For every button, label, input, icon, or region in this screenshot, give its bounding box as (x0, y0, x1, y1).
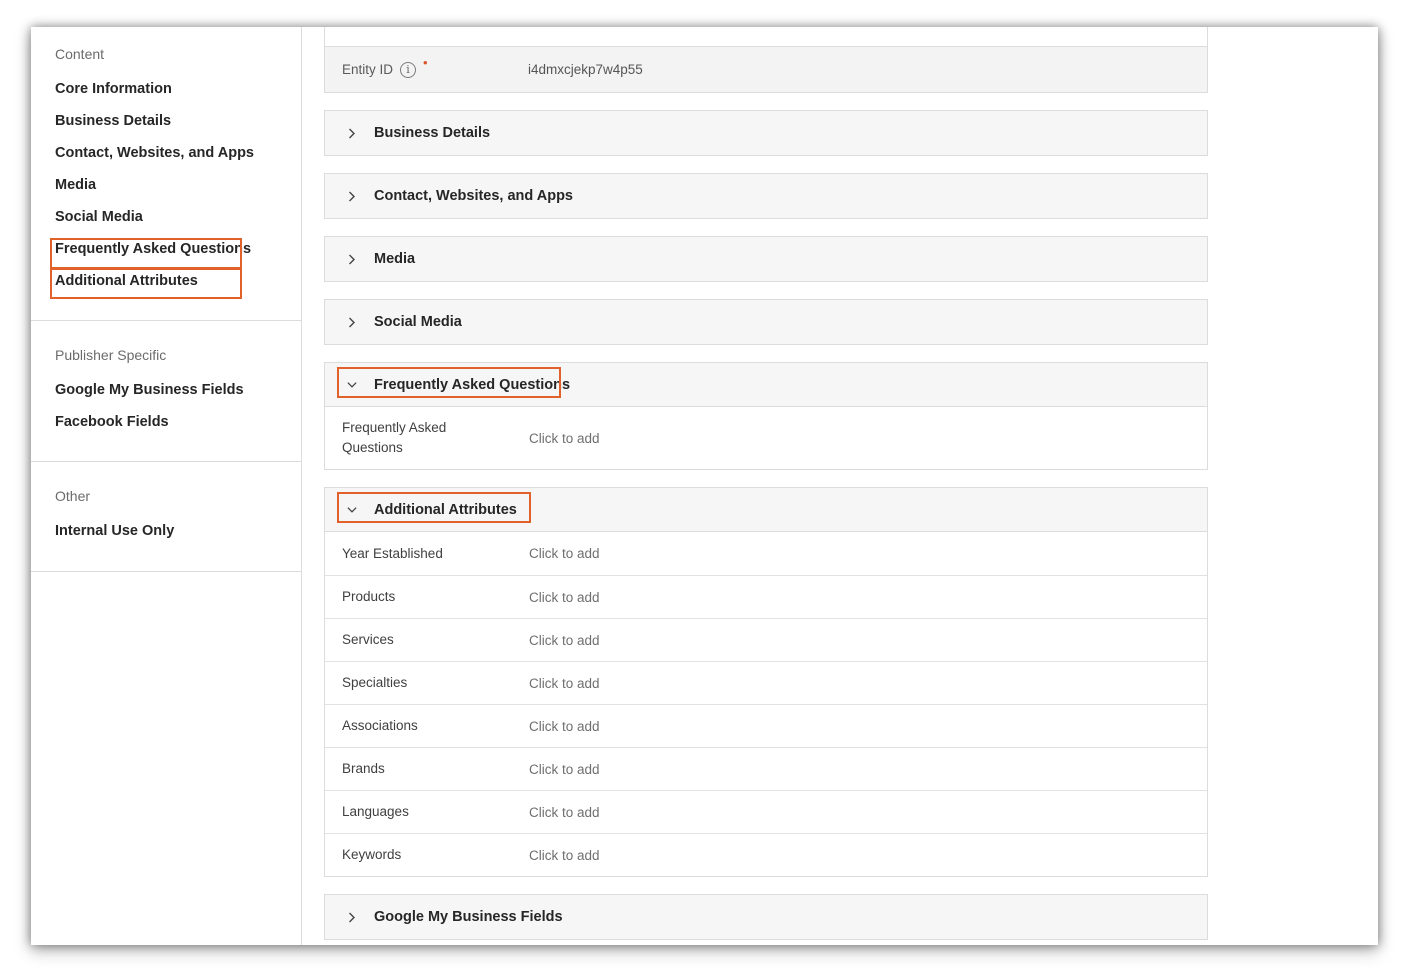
panel-title: Business Details (374, 125, 491, 141)
panel-header-business-details[interactable]: Business Details (325, 111, 1207, 155)
sidebar-heading: Content (55, 46, 105, 62)
sidebar-section-other: Other Internal Use Only (31, 462, 301, 572)
field-row: Languages Click to add (325, 790, 1207, 833)
field-label: Year Established (342, 545, 443, 561)
field-row: Year Established Click to add (325, 532, 1207, 575)
field-row: Associations Click to add (325, 704, 1207, 747)
info-icon[interactable]: i (400, 61, 417, 78)
sidebar-section-content: Content Core Information Business Detail… (31, 27, 301, 321)
chevron-right-icon (347, 254, 357, 264)
field-row: Brands Click to add (325, 747, 1207, 790)
panel-header-contact[interactable]: Contact, Websites, and Apps (325, 174, 1207, 218)
panel-title: Additional Attributes (374, 501, 517, 518)
panel-faq: Frequently Asked Questions Frequently As… (324, 362, 1208, 470)
panel-media: Media (324, 236, 1208, 282)
sidebar-item-additional-attributes[interactable]: Additional Attributes (55, 272, 301, 304)
chevron-down-icon (347, 505, 357, 515)
panel-title: Google My Business Fields (374, 909, 563, 925)
panel-header-faq[interactable]: Frequently Asked Questions (325, 363, 1207, 407)
field-label: Associations (342, 718, 418, 733)
panel-title: Frequently Asked Questions (374, 376, 571, 393)
field-label: Brands (342, 761, 385, 776)
panel-google-my-business: Google My Business Fields (324, 894, 1208, 940)
chevron-right-icon (347, 191, 357, 201)
sidebar-item-internal-use[interactable]: Internal Use Only (55, 522, 301, 554)
sidebar-item-faq[interactable]: Frequently Asked Questions (55, 240, 301, 272)
panel-header-google-my-business[interactable]: Google My Business Fields (325, 895, 1207, 939)
click-to-add-link[interactable]: Click to add (529, 762, 600, 777)
sidebar-item-business-details[interactable]: Business Details (55, 112, 301, 144)
panel-title: Social Media (374, 314, 462, 330)
sidebar: Content Core Information Business Detail… (31, 27, 302, 945)
field-label: Products (342, 589, 396, 604)
app-window: Content Core Information Business Detail… (31, 27, 1378, 945)
chevron-right-icon (347, 128, 357, 138)
field-row: Keywords Click to add (325, 833, 1207, 876)
field-row: Specialties Click to add (325, 661, 1207, 704)
chevron-right-icon (347, 317, 357, 327)
entity-id-row: Entity ID i • i4dmxcjekp7w4p55 (324, 47, 1208, 93)
panel-header-media[interactable]: Media (325, 237, 1207, 281)
field-row: Products Click to add (325, 575, 1207, 618)
main-content: Entity ID i • i4dmxcjekp7w4p55 Business … (303, 27, 1378, 945)
sidebar-section-publisher: Publisher Specific Google My Business Fi… (31, 321, 301, 462)
panel-business-details: Business Details (324, 110, 1208, 156)
core-info-panel-tail (324, 27, 1208, 47)
panel-header-additional-attributes[interactable]: Additional Attributes (325, 488, 1207, 532)
panel-header-social-media[interactable]: Social Media (325, 300, 1207, 344)
sidebar-item-contact-websites-apps[interactable]: Contact, Websites, and Apps (55, 144, 301, 176)
sidebar-item-media[interactable]: Media (55, 176, 301, 208)
panel-additional-attributes: Additional Attributes Year Established C… (324, 487, 1208, 877)
sidebar-heading: Other (55, 488, 91, 504)
click-to-add-link[interactable]: Click to add (529, 848, 600, 863)
click-to-add-link[interactable]: Click to add (529, 590, 600, 605)
entity-id-value: i4dmxcjekp7w4p55 (528, 62, 643, 77)
chevron-down-icon (347, 380, 357, 390)
panel-contact: Contact, Websites, and Apps (324, 173, 1208, 219)
panel-social-media: Social Media (324, 299, 1208, 345)
faq-fields: Frequently Asked Questions Click to add (325, 407, 1207, 469)
additional-fields: Year Established Click to add Products C… (325, 532, 1207, 876)
field-label: Specialties (342, 675, 408, 690)
field-label: Keywords (342, 847, 402, 862)
click-to-add-link[interactable]: Click to add (529, 719, 600, 734)
entity-id-label: Entity ID (342, 62, 394, 77)
panel-title: Contact, Websites, and Apps (374, 188, 573, 204)
field-row: Frequently Asked Questions Click to add (325, 407, 1207, 469)
field-row: Services Click to add (325, 618, 1207, 661)
sidebar-heading: Publisher Specific (55, 347, 167, 363)
form-column: Entity ID i • i4dmxcjekp7w4p55 Business … (324, 27, 1208, 940)
chevron-right-icon (347, 912, 357, 922)
panel-title: Media (374, 251, 416, 267)
click-to-add-link[interactable]: Click to add (529, 676, 600, 691)
click-to-add-link[interactable]: Click to add (529, 805, 600, 820)
click-to-add-link[interactable]: Click to add (529, 431, 600, 446)
required-marker: • (423, 55, 428, 70)
field-label: Frequently Asked Questions (342, 420, 447, 455)
click-to-add-link[interactable]: Click to add (529, 633, 600, 648)
sidebar-item-google-my-business[interactable]: Google My Business Fields (55, 381, 301, 413)
entity-id-label-group: Entity ID i • (342, 55, 528, 78)
sidebar-item-social-media[interactable]: Social Media (55, 208, 301, 240)
sidebar-item-core-information[interactable]: Core Information (55, 80, 301, 112)
field-label: Languages (342, 804, 409, 819)
click-to-add-link[interactable]: Click to add (529, 546, 600, 561)
sidebar-item-facebook[interactable]: Facebook Fields (55, 413, 301, 445)
field-label: Services (342, 632, 394, 647)
